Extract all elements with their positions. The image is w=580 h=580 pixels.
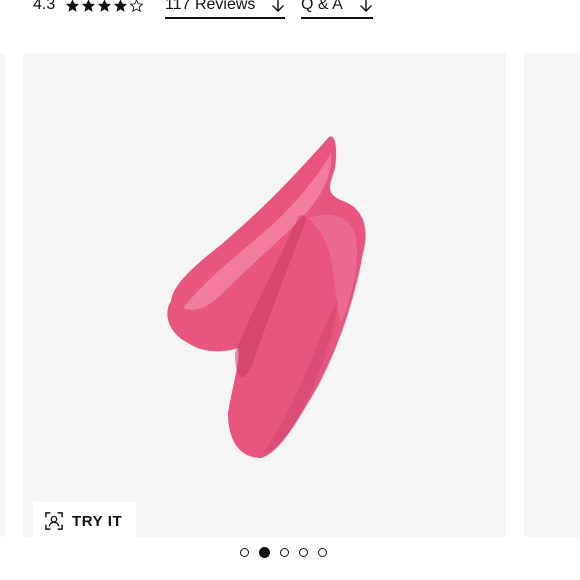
next-slide-peek[interactable] (524, 53, 580, 537)
star-filled-icon (98, 0, 112, 12)
arrow-down-icon (272, 0, 285, 12)
star-empty-icon (129, 0, 144, 12)
carousel-dot[interactable] (318, 548, 327, 557)
carousel-dot[interactable] (280, 548, 289, 557)
star-filled-icon (66, 0, 80, 12)
product-image-slide (23, 53, 506, 537)
try-it-label: TRY IT (72, 512, 123, 530)
reviews-link[interactable]: 117 Reviews (165, 0, 286, 19)
star-rating (65, 0, 144, 13)
carousel-dot-active[interactable] (259, 547, 270, 558)
product-image-carousel[interactable] (0, 53, 580, 537)
lipstick-swatch-image (167, 136, 366, 458)
product-summary-bar: 4.3 117 Reviews Q & A (0, 0, 580, 30)
rating: 4.3 (33, 0, 144, 14)
reviews-link-label: 117 Reviews (165, 0, 256, 13)
carousel-dot[interactable] (299, 548, 308, 557)
try-it-button[interactable]: TRY IT (33, 502, 136, 540)
qa-link-label: Q & A (301, 0, 343, 13)
arrow-down-icon (359, 0, 372, 12)
carousel-dot[interactable] (240, 548, 249, 557)
rating-value: 4.3 (33, 0, 56, 13)
face-scan-icon (45, 512, 63, 530)
star-filled-icon (82, 0, 96, 12)
carousel-pagination (240, 547, 327, 558)
qa-link[interactable]: Q & A (301, 0, 373, 19)
previous-slide-peek[interactable] (0, 53, 5, 537)
star-filled-icon (114, 0, 128, 12)
